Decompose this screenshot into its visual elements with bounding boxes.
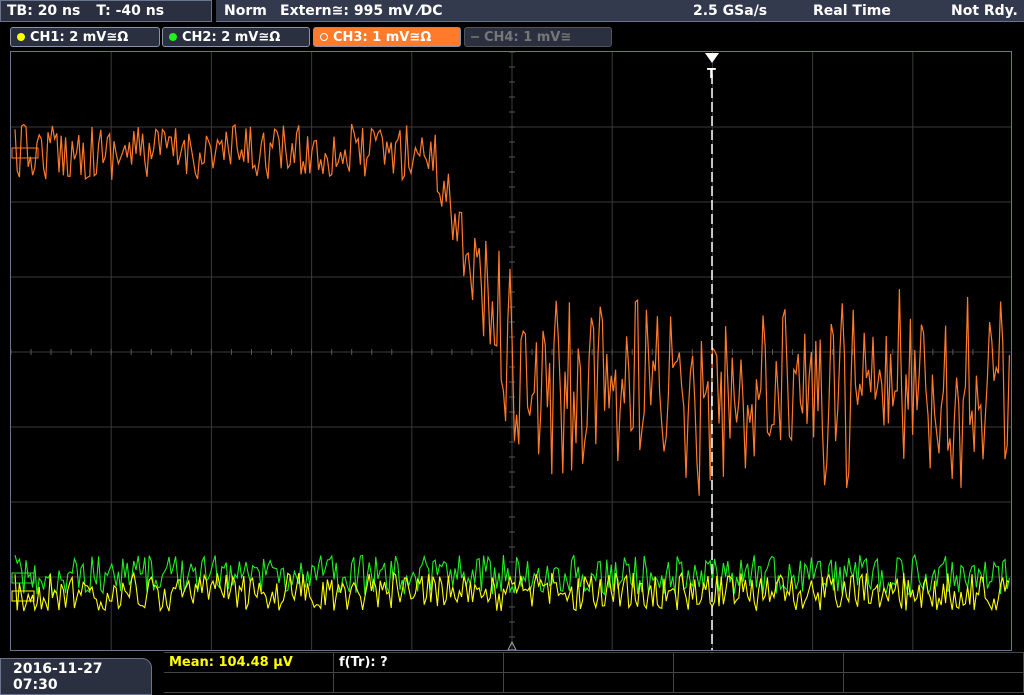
measurement-ftr[interactable]: f(Tr): ? [334,653,504,673]
channel-tab-ch1[interactable]: CH1: 2 mV≅Ω [10,27,160,47]
measurement-slot-5[interactable] [844,653,1024,673]
ch1-color-dot [17,33,25,41]
timebase-value[interactable]: TB: 20 ns [7,3,80,19]
ch3-color-dot [320,33,328,41]
waveform-display[interactable]: T [10,51,1012,651]
measurement-slot-10[interactable] [844,673,1024,693]
measurement-slot-4[interactable] [674,653,844,673]
trigger-mode[interactable]: Norm [224,3,267,19]
ch4-label: CH4: 1 mV≅ [484,29,572,45]
measurement-slot-9[interactable] [674,673,844,693]
date-time-text: 2016-11-27 07:30 [13,660,103,693]
channel-tab-ch3[interactable]: CH3: 1 mV≅Ω [313,27,461,47]
ch1-label: CH1: 2 mV≅Ω [30,29,129,45]
ch2-color-dot [169,33,177,41]
channel-tab-ch4[interactable]: CH4: 1 mV≅ [464,27,612,47]
date-time-display: 2016-11-27 07:30 [0,658,152,695]
channel-tab-ch2[interactable]: CH2: 2 mV≅Ω [162,27,310,47]
measurement-mean[interactable]: Mean: 104.48 µV [164,653,334,673]
sample-rate[interactable]: 2.5 GSa/s [693,3,767,19]
trigger-position-arrow-icon[interactable] [705,53,719,63]
trigger-offset-value[interactable]: T: -40 ns [96,3,164,19]
status-bar: TB: 20 ns T: -40 ns Norm Extern≅: 995 mV… [0,0,1024,24]
acquisition-panel: Norm Extern≅: 995 mV ⁄DC 2.5 GSa/s Real … [216,0,1024,22]
ch2-label: CH2: 2 mV≅Ω [182,29,281,45]
bottom-bar: 2016-11-27 07:30 Mean: 104.48 µV f(Tr): … [0,652,1024,695]
measurement-slot-8[interactable] [504,673,674,693]
measurement-slot-7[interactable] [334,673,504,693]
trigger-marker-label[interactable]: T [707,67,716,82]
trigger-source[interactable]: Extern≅: 995 mV ⁄DC [280,3,442,19]
measurement-panel[interactable]: Mean: 104.48 µV f(Tr): ? [164,652,1024,695]
measurement-slot-3[interactable] [504,653,674,673]
timebase-panel[interactable]: TB: 20 ns T: -40 ns [0,0,212,22]
ch4-color-dot [471,36,479,38]
ch3-label: CH3: 1 mV≅Ω [333,29,432,45]
acquisition-status: Not Rdy. [951,3,1018,19]
acquisition-mode[interactable]: Real Time [813,3,891,19]
channel-tabs: CH1: 2 mV≅Ω CH2: 2 mV≅Ω CH3: 1 mV≅Ω CH4:… [0,26,1024,48]
measurement-slot-6[interactable] [164,673,334,693]
